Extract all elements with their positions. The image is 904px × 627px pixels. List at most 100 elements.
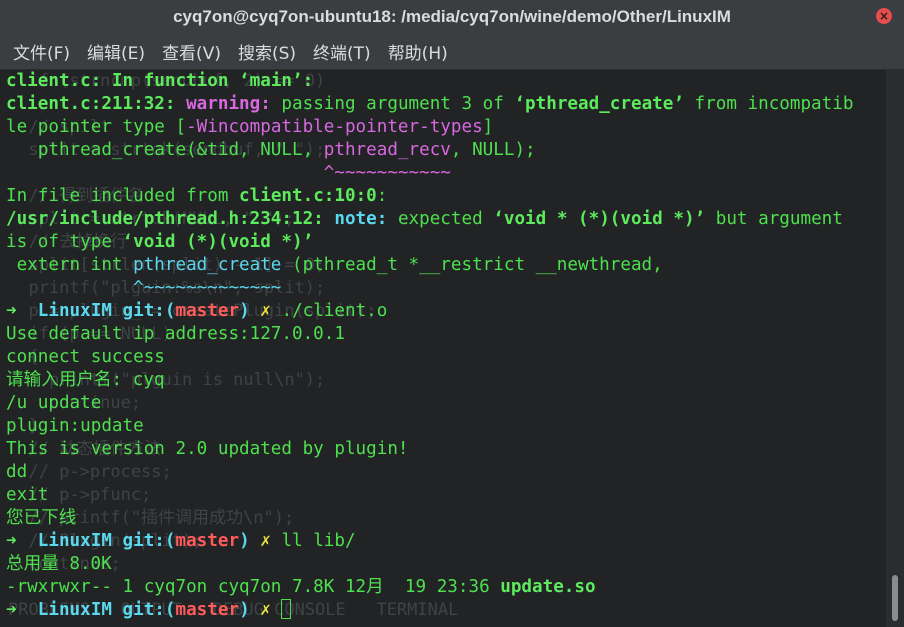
terminal-segment: 您已下线 — [6, 508, 77, 528]
menu-item-1[interactable]: 编辑(E) — [87, 39, 145, 64]
terminal-segment: ‘void * (*)(void *)’ — [493, 209, 706, 229]
terminal-line: 您已下线 — [6, 507, 886, 530]
terminal-segment: master — [175, 600, 240, 620]
terminal-segment: LinuxIM — [37, 600, 123, 620]
terminal-segment: -rwxrwxr-- 1 cyq7on cyq7on 7.8K 12月 19 2… — [6, 577, 501, 597]
terminal-line: /u update — [6, 392, 886, 415]
terminal-line: ^~~~~~~~~~~~ — [6, 162, 886, 185]
menu-item-5[interactable]: 帮助(H) — [388, 39, 448, 64]
close-icon[interactable]: × — [876, 8, 892, 24]
menu-item-3[interactable]: 搜索(S) — [238, 39, 296, 64]
terminal-line: dd — [6, 461, 886, 484]
menu-item-0[interactable]: 文件(F) — [13, 39, 70, 64]
terminal-line: 总用量 8.0K — [6, 553, 886, 576]
terminal-segment: ‘main’ — [239, 71, 303, 91]
terminal-segment: (pthread_t *__restrict __newthread, — [281, 255, 663, 275]
terminal-segment: expected — [397, 209, 494, 229]
terminal-segment: client.c:10:0 — [239, 186, 377, 206]
terminal-segment: This is version 2.0 updated by plugin! — [6, 439, 409, 459]
terminal-segment: le pointer type [ — [6, 117, 187, 137]
terminal-segment: ) — [239, 301, 261, 321]
terminal-segment: -Wincompatible-pointer-types — [186, 117, 483, 137]
terminal-segment: ‘pthread_create’ — [514, 94, 684, 114]
terminal-line: -rwxrwxr-- 1 cyq7on cyq7on 7.8K 12月 19 2… — [6, 576, 886, 599]
terminal-segment: 总用量 8.0K — [6, 554, 112, 574]
terminal-segment: extern int — [6, 255, 134, 275]
terminal-line: connect success — [6, 346, 886, 369]
terminal-segment: is of type — [6, 232, 123, 252]
terminal-line: ➜ LinuxIM git:(master) ✗ — [6, 599, 886, 622]
terminal-line: pthread_create(&tid, NULL, pthread_recv,… — [6, 139, 886, 162]
terminal-segment: git:( — [122, 600, 176, 620]
terminal-segment: ./client.o — [281, 301, 388, 321]
menu-bar: 文件(F) 编辑(E) 查看(V) 搜索(S) 终端(T) 帮助(H) — [0, 34, 904, 70]
terminal-segment: ➜ — [6, 301, 38, 321]
terminal-segment: ll lib/ — [281, 531, 356, 551]
terminal-segment: plugin:update — [6, 416, 144, 436]
terminal-window: cyq7on@cyq7on-ubuntu18: /media/cyq7on/wi… — [0, 0, 904, 627]
terminal-line: plugin:update — [6, 415, 886, 438]
terminal-segment: exit — [6, 485, 49, 505]
terminal-segment: : — [376, 186, 388, 206]
title-bar[interactable]: cyq7on@cyq7on-ubuntu18: /media/cyq7on/wi… — [0, 0, 904, 34]
terminal-segment: In file included from — [6, 186, 240, 206]
terminal-segment: ] — [482, 117, 494, 137]
terminal-line: extern int pthread_create (pthread_t *__… — [6, 254, 886, 277]
terminal-segment: pthread_recv — [323, 140, 451, 160]
terminal-segment: ✗ — [260, 600, 282, 620]
terminal-segment: but argument — [705, 209, 843, 229]
cursor — [281, 599, 292, 619]
terminal-segment: from incompatib — [683, 94, 854, 114]
terminal-line: ➜ LinuxIM git:(master) ✗ ll lib/ — [6, 530, 886, 553]
terminal-segment: /usr/include/pthread.h:234:12: — [6, 209, 335, 229]
terminal-segment: /u update — [6, 393, 102, 413]
terminal-segment: dd — [6, 462, 28, 482]
terminal-line: In file included from client.c:10:0: — [6, 185, 886, 208]
terminal-segment: : — [302, 71, 314, 91]
terminal-segment: Use default ip address:127.0.0.1 — [6, 324, 345, 344]
terminal-segment: LinuxIM — [37, 301, 123, 321]
terminal-segment: ➜ — [6, 600, 38, 620]
terminal-line: le pointer type [-Wincompatible-pointer-… — [6, 116, 886, 139]
terminal-segment: pthread_create — [133, 255, 282, 275]
vertical-scrollbar[interactable] — [886, 70, 904, 627]
terminal-line: /usr/include/pthread.h:234:12: note: exp… — [6, 208, 886, 231]
terminal-segment: LinuxIM — [37, 531, 123, 551]
terminal-segment: ) — [239, 600, 261, 620]
terminal-segment: client.c:211:32: — [6, 94, 187, 114]
terminal-segment: ➜ — [6, 531, 38, 551]
window-title: cyq7on@cyq7on-ubuntu18: /media/cyq7on/wi… — [173, 7, 731, 26]
terminal-line: exit — [6, 484, 886, 507]
terminal-segment: ✗ — [260, 301, 282, 321]
terminal-line: ➜ LinuxIM git:(master) ✗ ./client.o — [6, 300, 886, 323]
terminal-segment: git:( — [122, 531, 176, 551]
terminal-line: 请输入用户名: cyq — [6, 369, 886, 392]
terminal-line: ^~~~~~~~~~~~~~ — [6, 277, 886, 300]
menu-item-2[interactable]: 查看(V) — [162, 39, 221, 64]
terminal-line: client.c:211:32: warning: passing argume… — [6, 93, 886, 116]
terminal-segment: note: — [334, 209, 398, 229]
terminal-segment: In function — [101, 71, 240, 91]
terminal-line: is of type ‘void (*)(void *)’ — [6, 231, 886, 254]
terminal-segment: 请输入用户名: cyq — [6, 370, 165, 390]
terminal-segment: master — [175, 531, 240, 551]
terminal-segment: passing argument 3 of — [281, 94, 515, 114]
terminal-segment: master — [175, 301, 240, 321]
terminal-segment: warning: — [186, 94, 282, 114]
terminal-output[interactable]: if (strncmp(sendbuf, 2) == 0) // spilt s… — [0, 70, 886, 627]
terminal-segment: , NULL); — [450, 140, 536, 160]
terminal-line: client.c: In function ‘main’: — [6, 70, 886, 93]
scroll-thumb[interactable] — [892, 575, 898, 621]
terminal-segment: update.so — [500, 577, 596, 597]
terminal-segment: ✗ — [260, 531, 282, 551]
terminal-segment: ) — [239, 531, 261, 551]
terminal-segment: pthread_create(&tid, NULL, — [6, 140, 324, 160]
terminal-segment: git:( — [122, 301, 176, 321]
terminal-lines: client.c: In function ‘main’: client.c:21… — [6, 70, 886, 622]
terminal-segment: ^~~~~~~~~~~~ — [6, 163, 451, 183]
terminal-line: Use default ip address:127.0.0.1 — [6, 323, 886, 346]
terminal-line: This is version 2.0 updated by plugin! — [6, 438, 886, 461]
terminal-segment: client.c: — [6, 71, 102, 91]
menu-item-4[interactable]: 终端(T) — [313, 39, 371, 64]
terminal-segment: ^~~~~~~~~~~~~~ — [6, 278, 282, 298]
